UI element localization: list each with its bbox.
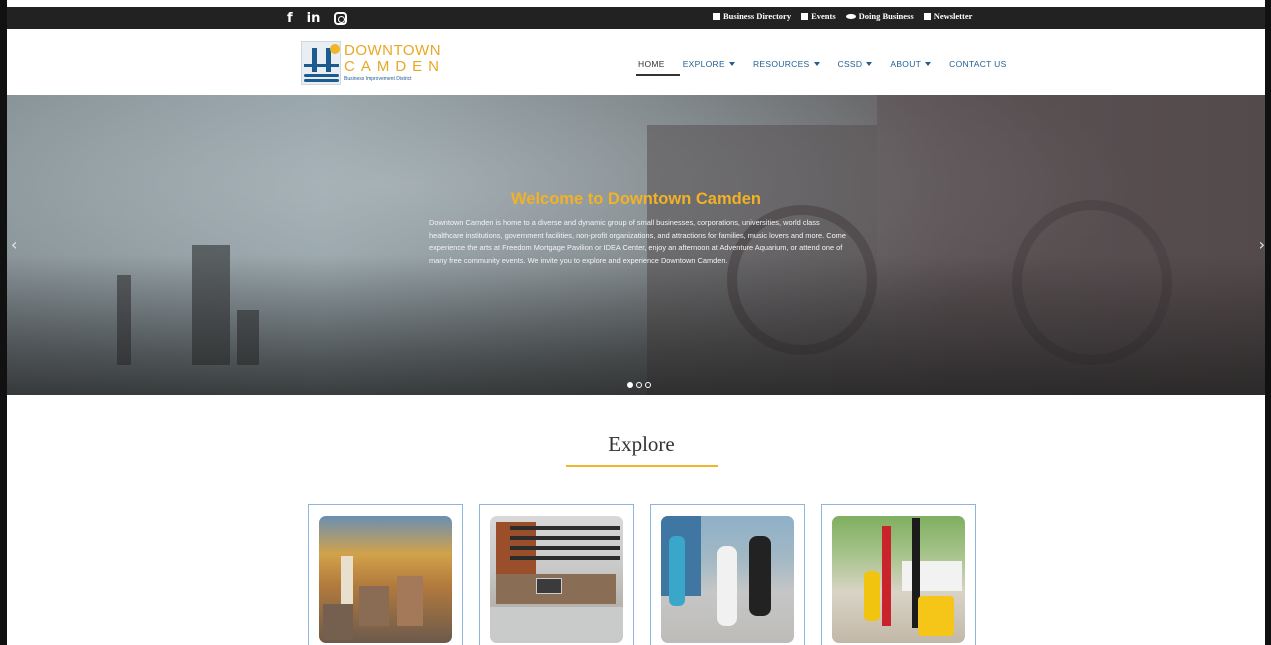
nav-contact[interactable]: CONTACT US [940,57,1015,71]
nav-resources-label: RESOURCES [752,59,810,69]
street-cleaning-image [832,516,965,643]
logo-text-downtown: DOWNTOWN [344,42,442,59]
newsletter-icon [923,12,931,20]
site-logo[interactable]: DOWNTOWN CAMDEN Business Improvement Dis… [301,41,451,87]
slider-dots [627,382,651,388]
handshake-icon [845,13,856,19]
explore-card-city[interactable] [308,504,463,645]
linkedin-icon[interactable]: in [307,11,321,26]
nav-home-label: HOME [638,59,665,69]
bridge-logo-icon [301,41,341,85]
city-aerial-image [319,516,452,643]
window-frame-left [0,0,7,645]
nav-active-indicator [636,74,680,76]
newsletter-label: Newsletter [933,11,973,21]
doing-business-link[interactable]: Doing Business [845,11,914,21]
chevron-down-icon [925,62,932,66]
hero-slider: Welcome to Downtown Camden Downtown Camd… [7,95,1265,395]
nav-home[interactable]: HOME [629,57,674,71]
social-links: f in [287,9,348,27]
logo-text-camden: CAMDEN [344,58,446,75]
newsletter-link[interactable]: Newsletter [923,11,973,21]
chevron-right-icon[interactable]: › [1259,235,1265,254]
pergola-image [490,516,623,643]
explore-card-pergola[interactable] [479,504,634,645]
explore-heading: Explore [608,432,675,456]
events-link[interactable]: Events [801,11,836,21]
nav-cssd-label: CSSD [837,59,863,69]
nav-cssd[interactable]: CSSD [829,57,882,71]
chevron-down-icon [813,62,820,66]
explore-card-street[interactable] [821,504,976,645]
explore-card-dance[interactable] [650,504,805,645]
business-directory-label: Business Directory [723,11,792,21]
nav-about-label: ABOUT [890,59,922,69]
nav-explore-label: EXPLORE [682,59,725,69]
nav-explore[interactable]: EXPLORE [674,57,744,71]
chevron-left-icon[interactable]: ‹ [11,235,17,254]
utility-links: Business Directory Events Doing Business… [713,11,972,21]
site-header: DOWNTOWN CAMDEN Business Improvement Dis… [7,29,1265,95]
main-nav: HOME EXPLORE RESOURCES CSSD ABOUT CONTAC… [629,57,1016,71]
nav-resources[interactable]: RESOURCES [744,57,829,71]
hero-title: Welcome to Downtown Camden [511,190,761,208]
explore-cards [308,504,976,645]
events-label: Events [811,11,836,21]
sun-icon [330,44,340,54]
facebook-icon[interactable]: f [287,11,293,26]
hero-body: Downtown Camden is home to a diverse and… [429,218,846,265]
calendar-icon [801,12,809,20]
utility-bar: f in Business Directory Events Doing Bus… [7,7,1265,29]
chevron-down-icon [866,62,873,66]
building-icon [713,12,720,20]
nav-about[interactable]: ABOUT [881,57,940,71]
nav-contact-label: CONTACT US [949,59,1007,69]
doing-business-label: Doing Business [858,11,914,21]
slider-dot[interactable] [636,382,642,388]
slider-dot[interactable] [627,382,633,388]
dancers-image [661,516,794,643]
explore-divider [566,465,718,467]
business-directory-link[interactable]: Business Directory [713,11,791,21]
logo-text-tagline: Business Improvement District [344,76,412,82]
window-frame-right [1265,0,1271,645]
instagram-icon[interactable] [334,11,348,25]
chevron-down-icon [728,62,735,66]
slider-dot[interactable] [645,382,651,388]
